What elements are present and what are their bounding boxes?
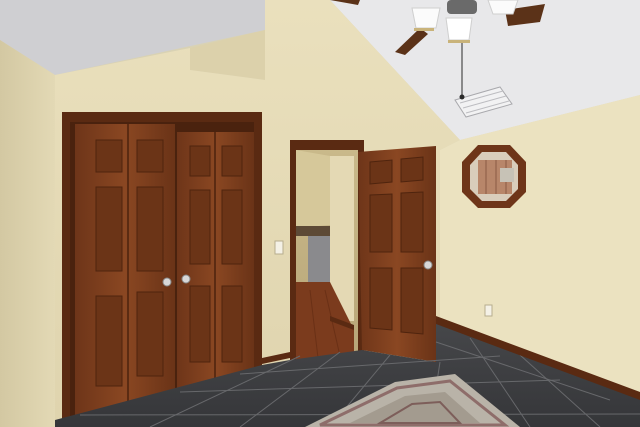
closet-door-left	[75, 124, 175, 425]
fan-light-right	[487, 0, 519, 15]
bedroom-scene	[0, 0, 640, 427]
open-paneled-door	[358, 146, 436, 362]
fan-light-center	[445, 17, 473, 43]
closet-knob-left	[162, 277, 172, 287]
door-knob	[423, 260, 433, 270]
left-wall	[0, 40, 55, 427]
wall-outlet	[484, 304, 493, 317]
light-switch	[274, 240, 284, 255]
octagonal-window	[462, 145, 526, 208]
closet-knob-right	[181, 274, 191, 284]
closet-door-right	[177, 132, 254, 397]
fan-light-left	[411, 7, 441, 31]
bedroom-photo	[0, 0, 640, 427]
